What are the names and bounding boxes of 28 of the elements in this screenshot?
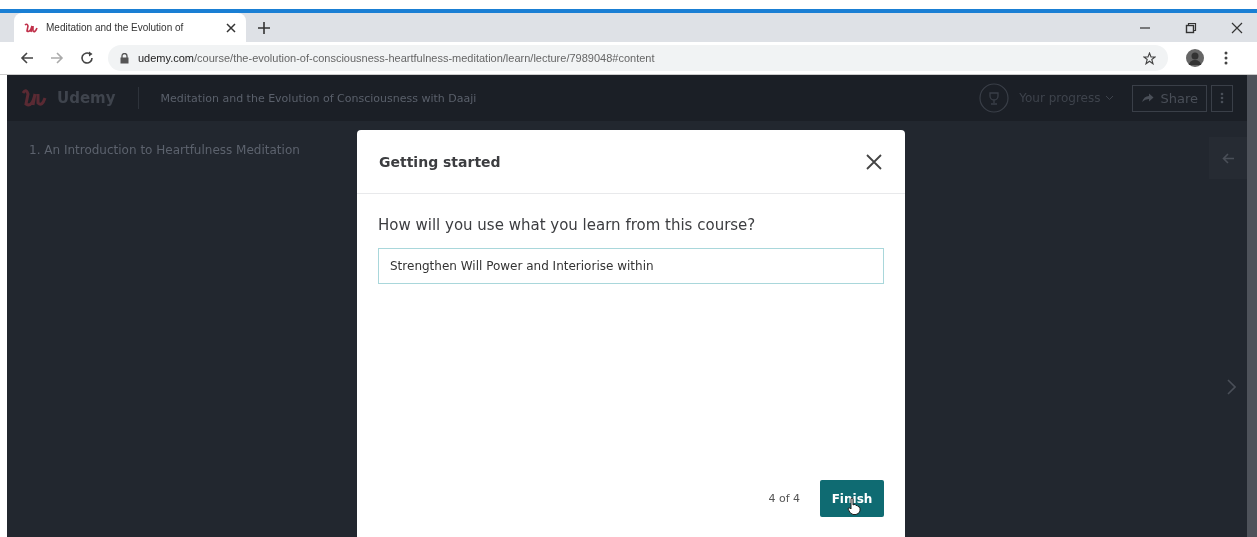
back-icon[interactable] xyxy=(20,51,34,65)
share-arrow-icon xyxy=(1141,93,1155,103)
step-counter: 4 of 4 xyxy=(768,492,800,505)
avatar-icon[interactable] xyxy=(1186,49,1204,67)
reload-icon[interactable] xyxy=(80,51,94,65)
finish-button[interactable]: Finish xyxy=(820,480,884,517)
modal-title: Getting started xyxy=(379,153,501,170)
answer-field[interactable]: Strengthen Will Power and Interiorise within xyxy=(378,248,884,284)
browser-tab[interactable]: Meditation and the Evolution of xyxy=(14,13,246,42)
trophy-icon xyxy=(979,83,1010,113)
address-bar[interactable]: udemy.com/course/the-evolution-of-consciousness-heartfulness-meditation/learn/lecture/7989048#content xyxy=(108,45,1168,71)
url-text: udemy.com/course/the-evolution-of-consciousness-heartfulness-meditation/learn/lecture/7989048#content xyxy=(138,52,655,64)
udemy-logo-icon xyxy=(24,21,38,34)
close-icon[interactable] xyxy=(866,153,882,170)
tab-title: Meditation and the Evolution of xyxy=(46,22,185,33)
question-text: How will you use what you learn from this course? xyxy=(378,216,757,234)
lock-icon xyxy=(120,52,129,64)
new-tab-icon[interactable] xyxy=(258,21,270,34)
left-arrow-icon xyxy=(1221,152,1235,164)
close-tab-icon[interactable] xyxy=(226,22,236,33)
chevron-down-icon xyxy=(1105,95,1115,101)
star-icon[interactable] xyxy=(1143,51,1156,65)
lecture-title: 1. An Introduction to Heartfulness Meditation xyxy=(29,143,300,157)
kebab-icon xyxy=(1220,92,1224,104)
restore-icon[interactable] xyxy=(1185,21,1197,34)
close-icon[interactable] xyxy=(1231,21,1243,34)
menu-icon[interactable] xyxy=(1224,51,1228,65)
sidebar-toggle-button[interactable] xyxy=(1209,137,1247,179)
